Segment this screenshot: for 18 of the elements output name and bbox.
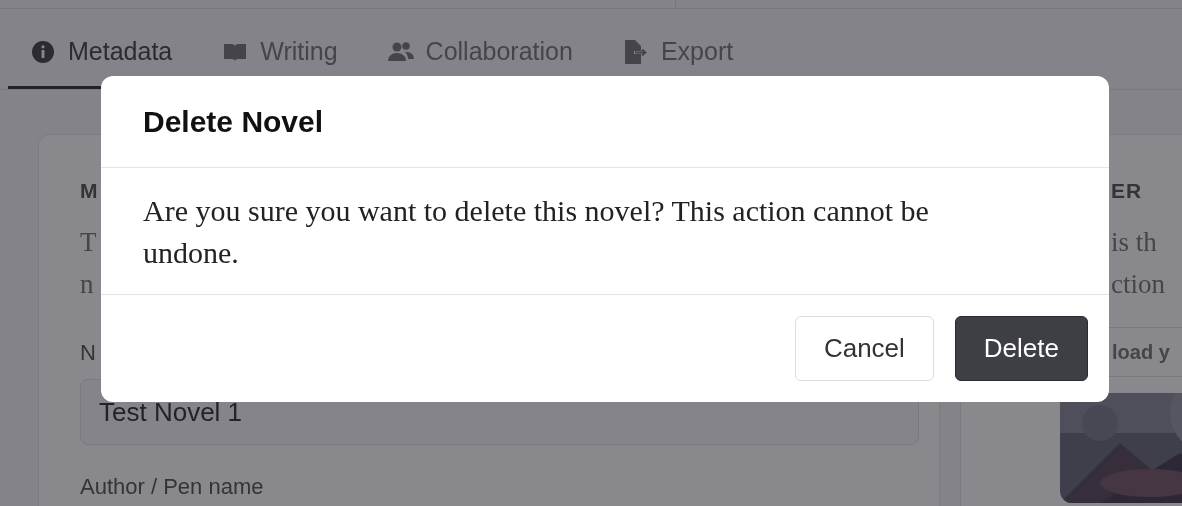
section-heading: M <box>80 179 99 203</box>
section-description: T <box>80 226 97 259</box>
dialog-message: Are you sure you want to delete this novel? This action cannot be undone. <box>143 193 930 271</box>
tab[interactable]: Export <box>600 25 762 89</box>
field-label: Author / Pen name <box>80 475 264 499</box>
tab[interactable]: Writing <box>200 25 366 89</box>
section-description: n <box>80 268 94 301</box>
section-description: is th <box>1111 226 1157 259</box>
cancel-button[interactable]: Cancel <box>794 316 934 381</box>
delete-button[interactable]: Delete <box>954 316 1088 381</box>
info-icon <box>30 39 56 64</box>
dialog-title: Delete Novel <box>143 104 324 139</box>
section-heading: ER <box>1111 179 1143 203</box>
section-description: ction <box>1111 268 1165 301</box>
people-icon <box>387 39 414 64</box>
field-label: N <box>80 341 96 365</box>
tab[interactable]: Collaboration <box>365 25 601 89</box>
file-export-icon <box>622 39 649 64</box>
